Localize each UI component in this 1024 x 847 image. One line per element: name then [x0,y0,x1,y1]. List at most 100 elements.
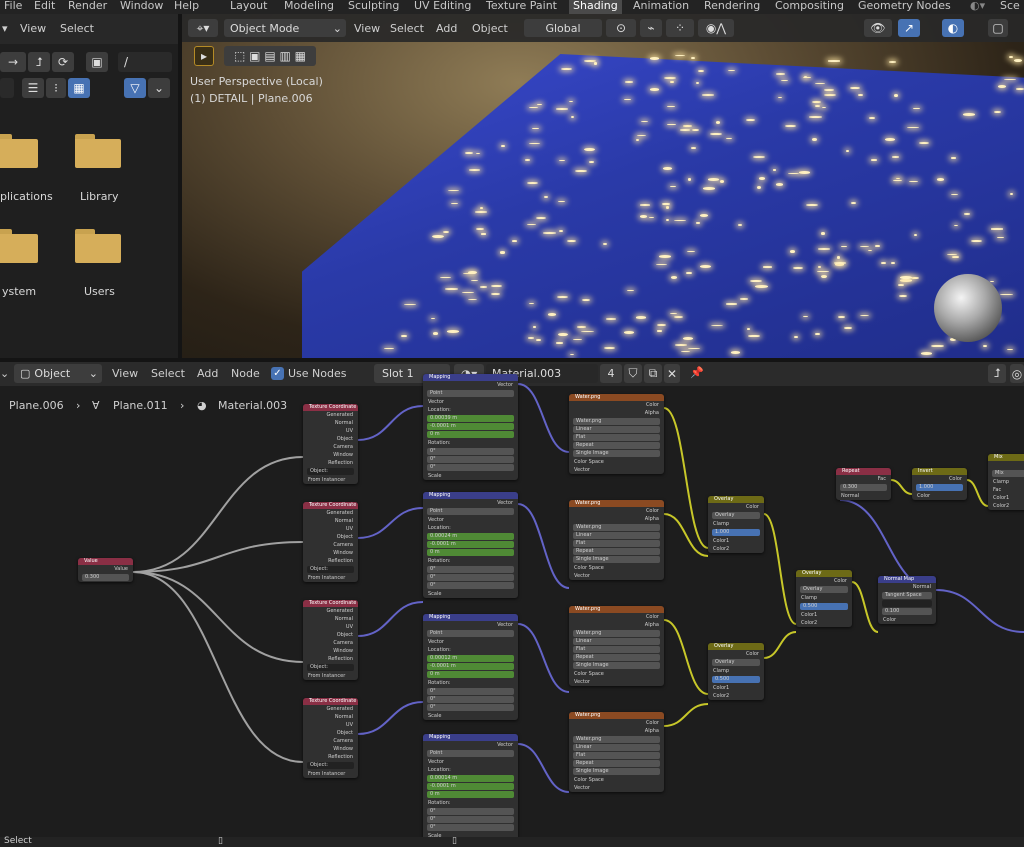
rotation-z-field[interactable]: 0° [427,582,514,589]
object-field[interactable]: Object: [307,566,354,573]
tab-uv-editing[interactable]: UV Editing [414,0,471,12]
select-mode-icons[interactable]: ⬚ ▣ ▤ ▥ ▦ [224,46,316,66]
location-x-field[interactable]: 0.00024 m [427,533,514,540]
rotation-x-field[interactable]: 0° [427,448,514,455]
object-field[interactable]: Object: [307,664,354,671]
viewport-3d[interactable]: ⌖▾ Object Mode ⌄ View Select Add Object G… [182,14,1024,358]
image-texture-node-1[interactable]: Water.png Color Alpha Water.png Linear Flat Re… [569,394,664,474]
folder-icon[interactable] [75,134,121,168]
node-title[interactable]: Value [78,558,133,565]
tab-geometry-nodes[interactable]: Geometry Nodes [858,0,951,12]
projection-dropdown[interactable]: Flat [573,434,660,441]
select-tool-icon[interactable]: ▸ [194,46,214,66]
type-dropdown[interactable]: Point [427,630,514,637]
fac-field[interactable]: 1.000 [712,529,760,536]
node-title[interactable]: Texture Coordinate [303,404,358,411]
object-field[interactable]: Object: [307,762,354,769]
fac-field[interactable]: 0.500 [712,676,760,683]
type-dropdown[interactable]: Point [427,508,514,515]
object-field[interactable]: Object: [307,468,354,475]
folder-icon[interactable] [0,134,38,168]
node-title[interactable]: Invert [912,468,967,475]
value-field[interactable]: 0.300 [82,574,129,581]
mode-dropdown[interactable]: Object Mode ⌄ [224,19,346,37]
location-z-field[interactable]: 0 m [427,549,514,556]
rotation-y-field[interactable]: 0° [427,456,514,463]
menu-file[interactable]: File [4,0,22,12]
strength-field[interactable]: 0.100 [882,608,932,615]
chevron-down-icon[interactable]: ⌄ [148,78,170,98]
texture-coordinate-node-3[interactable]: Texture Coordinate Generated Normal UV Objec… [303,600,358,680]
editor-type-icon[interactable]: ▾ [2,22,8,35]
node-title[interactable]: Water.png [569,394,664,401]
overlay-node-1[interactable]: Overlay Color Overlay Clamp 1.000 Color1 Color… [708,496,764,553]
location-y-field[interactable]: -0.0001 m [427,423,514,430]
mapping-node-1[interactable]: Mapping Vector Point Vector Location: 0.00039… [423,374,518,480]
menu-render[interactable]: Render [68,0,107,12]
source-dropdown[interactable]: Single Image [573,662,660,669]
extension-dropdown[interactable]: Repeat [573,760,660,767]
thumbnail-view-icon[interactable]: ▦ [68,78,90,98]
proportional-edit-icon[interactable]: ◉⋀ [698,19,734,37]
filter-icon[interactable]: ▽ [124,78,146,98]
type-dropdown[interactable]: Point [427,390,514,397]
blend-mode-dropdown[interactable]: Overlay [712,659,760,666]
rotation-z-field[interactable]: 0° [427,464,514,471]
blend-mode-dropdown[interactable]: Overlay [712,512,760,519]
vp-menu-select[interactable]: Select [390,22,424,35]
scene-icon[interactable]: ◐▾ [970,0,985,12]
fac-field[interactable]: 0.500 [800,603,848,610]
mix-node[interactable]: MixColorMixClampFacColor1Color2 [988,454,1024,510]
shader-node-editor[interactable]: ⌄ ▢ Object ⌄ View Select Add Node ✓ Use No… [0,362,1024,837]
list-view-icon[interactable]: ☰ [22,78,44,98]
mapping-node-3[interactable]: Mapping Vector Point Vector Location: 0.00012… [423,614,518,720]
type-dropdown[interactable]: Point [427,750,514,757]
node-title[interactable]: Water.png [569,606,664,613]
interpolation-dropdown[interactable]: Linear [573,744,660,751]
rotation-z-field[interactable]: 0° [427,824,514,831]
image-texture-node-3[interactable]: Water.png Color Alpha Water.png Linear Flat Re… [569,606,664,686]
location-z-field[interactable]: 0 m [427,431,514,438]
arrow-right-icon[interactable]: → [0,52,26,72]
texture-coordinate-node-4[interactable]: Texture Coordinate Generated Normal UV Objec… [303,698,358,778]
rotation-z-field[interactable]: 0° [427,704,514,711]
fb-menu-view[interactable]: View [20,22,46,35]
new-folder-icon[interactable]: ▣ [86,52,108,72]
node-title[interactable]: Mapping [423,492,518,499]
from-instancer-checkbox[interactable]: From Instancer [303,770,358,778]
rotation-y-field[interactable]: 0° [427,574,514,581]
image-texture-node-2[interactable]: Water.png Color Alpha Water.png Linear Flat Re… [569,500,664,580]
repeat-node[interactable]: Repeat Fac 0.300 Normal [836,468,891,500]
location-y-field[interactable]: -0.0001 m [427,663,514,670]
refresh-icon[interactable]: ⟳ [52,52,74,72]
ior-field[interactable]: 0.300 [840,484,887,491]
fb-menu-select[interactable]: Select [60,22,94,35]
menu-help[interactable]: Help [174,0,199,12]
from-instancer-checkbox[interactable]: From Instancer [303,574,358,582]
gizmo-icon[interactable]: ↗ [898,19,920,37]
rotation-x-field[interactable]: 0° [427,566,514,573]
tab-sculpting[interactable]: Sculpting [348,0,399,12]
menu-edit[interactable]: Edit [34,0,55,12]
projection-dropdown[interactable]: Flat [573,540,660,547]
interpolation-dropdown[interactable]: Linear [573,532,660,539]
projection-dropdown[interactable]: Flat [573,752,660,759]
rotation-x-field[interactable]: 0° [427,688,514,695]
node-title[interactable]: Overlay [708,496,764,503]
location-z-field[interactable]: 0 m [427,671,514,678]
invert-node[interactable]: Invert Color 1.000 Color [912,468,967,500]
clamp-checkbox[interactable]: Clamp [708,667,764,675]
node-title[interactable]: Overlay [708,643,764,650]
tab-compositing[interactable]: Compositing [775,0,844,12]
parent-dir-icon[interactable]: ⮥ [28,52,50,72]
overlay-icon[interactable]: ◐ [942,19,964,37]
blend-mode-dropdown[interactable]: Overlay [800,586,848,593]
path-field[interactable]: / [118,52,172,72]
interpolation-dropdown[interactable]: Linear [573,426,660,433]
node-title[interactable]: Mapping [423,614,518,621]
normal-map-node[interactable]: Normal Map Normal Tangent Space 0.100 Color [878,576,936,624]
tab-shading[interactable]: Shading [569,0,622,14]
source-dropdown[interactable]: Single Image [573,450,660,457]
overlay-node-3[interactable]: Overlay Color Overlay Clamp 0.500 Color1 Color… [796,570,852,627]
node-title[interactable]: Mapping [423,374,518,381]
